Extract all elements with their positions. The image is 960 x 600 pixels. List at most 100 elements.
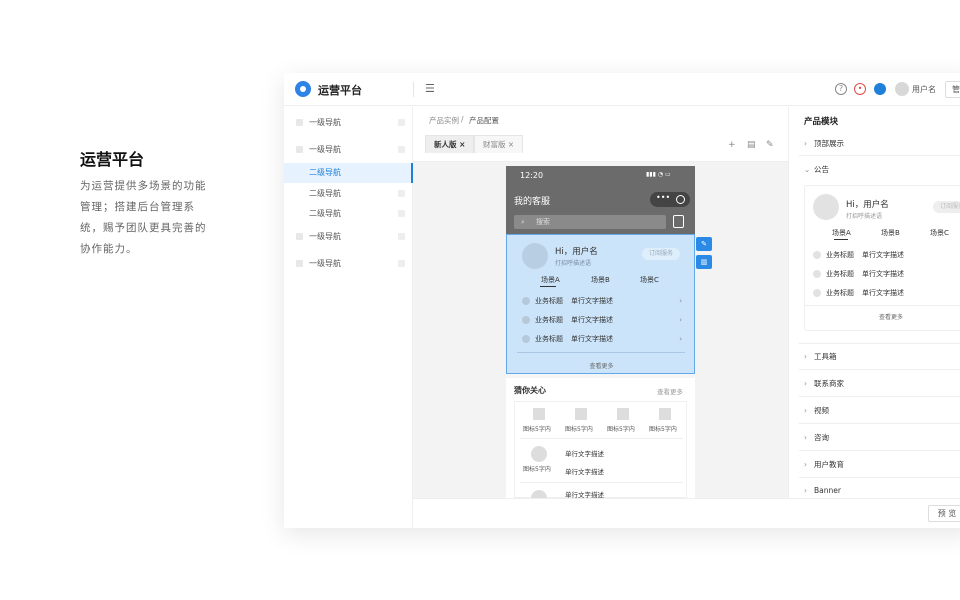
breadcrumb-item[interactable]: 产品实例 xyxy=(429,115,459,126)
nav-icon xyxy=(296,119,303,126)
module-item[interactable]: › 视频 xyxy=(804,405,960,416)
greeting-sub: 打招呼描述语 xyxy=(846,213,883,220)
pen-icon[interactable]: ✎ xyxy=(766,140,774,150)
grid-label[interactable]: 图标5字内 xyxy=(607,424,635,433)
list-icon xyxy=(531,446,547,462)
service-icon[interactable] xyxy=(673,215,684,228)
module-item-expanded[interactable]: ⌄ 公告 xyxy=(804,164,960,175)
status-icon[interactable] xyxy=(874,83,886,95)
module-item[interactable]: › 工具箱 xyxy=(804,351,960,362)
item-title: 业务标题 xyxy=(826,270,854,278)
sidebar-item-level1[interactable]: 一级导航 xyxy=(284,254,413,274)
top-right-button[interactable]: 管 xyxy=(945,81,960,98)
see-more-link[interactable]: 查看更多 xyxy=(507,361,695,370)
list-item[interactable]: 业务标题 单行文字描述 › xyxy=(522,311,682,329)
module-item[interactable]: › 顶部展示 xyxy=(804,138,960,149)
sidebar-item-label: 一级导航 xyxy=(309,232,341,241)
more-icon[interactable]: ••• xyxy=(656,193,670,202)
scene-tab[interactable]: 场景A xyxy=(541,275,560,285)
scene-tab[interactable]: 场景C xyxy=(640,275,659,285)
chevron-right-icon: › xyxy=(804,433,807,442)
list-icon xyxy=(531,490,547,498)
nav-action-icon xyxy=(398,260,405,267)
grid-icon xyxy=(533,408,545,420)
sidebar-item-label: 一级导航 xyxy=(309,259,341,268)
sidebar-item-level1[interactable]: 一级导航 xyxy=(284,227,413,247)
divider xyxy=(413,82,414,97)
close-circle-icon[interactable] xyxy=(676,195,685,204)
nav-action-icon xyxy=(398,190,405,197)
divider xyxy=(799,369,960,370)
app-window: 运营平台 ☰ ? • 用户名 管 一级导航 一级导航 二级导航 二级导航 二级导… xyxy=(284,73,960,528)
chevron-right-icon: › xyxy=(804,379,807,388)
divider xyxy=(799,396,960,397)
phone-header: 我的客服 ••• ⌕ 搜索 xyxy=(506,186,695,234)
sidebar-item-level2[interactable]: 二级导航 xyxy=(284,184,413,204)
sidebar-item-level2-active[interactable]: 二级导航 xyxy=(284,163,413,183)
selected-module-notice[interactable]: Hi，用户名 打招呼描述语 订阅服务 场景A 场景B 场景C 业务标题 单行文字描… xyxy=(506,234,695,374)
avatar[interactable] xyxy=(895,82,909,96)
help-icon[interactable]: ? xyxy=(835,83,847,95)
phone-status-bar: 12:20 ▮▮▮ ◔ ▭ xyxy=(506,166,695,186)
document-icon[interactable]: ▤ xyxy=(747,140,756,150)
divider xyxy=(520,482,683,483)
sidebar-item-level2[interactable]: 二级导航 xyxy=(284,204,413,224)
sidebar-item-label: 二级导航 xyxy=(309,189,341,198)
grid-label[interactable]: 图标5字内 xyxy=(523,424,551,433)
grid-label[interactable]: 图标5字内 xyxy=(649,424,677,433)
breadcrumb-separator: / xyxy=(461,115,464,124)
add-icon[interactable]: + xyxy=(728,140,736,150)
subscribe-pill[interactable]: 订阅服务 xyxy=(642,248,680,260)
chevron-right-icon: › xyxy=(679,335,682,343)
scene-tab[interactable]: 场景B xyxy=(591,275,610,285)
notification-icon[interactable]: • xyxy=(854,83,866,95)
signal-icon: ▮▮▮ ◔ ▭ xyxy=(646,171,671,178)
close-icon[interactable]: × xyxy=(459,140,465,149)
subscribe-pill[interactable]: 订阅服务 xyxy=(933,201,960,213)
list-item[interactable]: 业务标题 单行文字描述 › xyxy=(522,292,682,310)
divider xyxy=(520,438,683,439)
tab-xinren[interactable]: 新人版 × xyxy=(425,135,475,153)
menu-toggle-icon[interactable]: ☰ xyxy=(425,82,435,95)
logo-icon xyxy=(295,81,311,97)
phone-search-input[interactable]: ⌕ 搜索 xyxy=(514,215,666,229)
module-item[interactable]: › Banner xyxy=(804,486,960,495)
scene-tab[interactable]: 场景B xyxy=(881,228,900,238)
module-label: 顶部展示 xyxy=(814,139,844,148)
close-icon[interactable]: × xyxy=(508,140,514,149)
sidebar-item-level1[interactable]: 一级导航 xyxy=(284,140,413,160)
list-line: 单行文字描述 xyxy=(565,491,604,498)
nav-action-icon xyxy=(398,233,405,240)
chevron-right-icon: › xyxy=(804,486,807,495)
divider xyxy=(805,305,960,306)
editor-canvas: 产品实例 / 产品配置 新人版 × 财富版 × + ▤ ✎ 12:20 ▮▮▮ … xyxy=(413,107,788,498)
nav-icon xyxy=(296,233,303,240)
user-name[interactable]: 用户名 xyxy=(912,84,936,95)
delete-module-button[interactable]: ▥ xyxy=(696,255,712,269)
avatar xyxy=(522,243,548,269)
edit-module-button[interactable]: ✎ xyxy=(696,237,712,251)
sidebar-item-level1[interactable]: 一级导航 xyxy=(284,113,413,133)
tab-label: 财富版 xyxy=(483,140,506,149)
module-item[interactable]: › 咨询 xyxy=(804,432,960,443)
scene-tab[interactable]: 场景C xyxy=(930,228,949,238)
tab-caifu[interactable]: 财富版 × xyxy=(474,135,524,153)
search-icon: ⌕ xyxy=(521,218,525,226)
scene-tab[interactable]: 场景A xyxy=(832,228,851,238)
footer-bar: 预 览 xyxy=(413,498,960,528)
chevron-right-icon: › xyxy=(679,297,682,305)
grid-label[interactable]: 图标5字内 xyxy=(565,424,593,433)
item-icon xyxy=(813,251,821,259)
preview-button[interactable]: 预 览 xyxy=(928,505,960,522)
divider xyxy=(799,343,960,344)
chevron-right-icon: › xyxy=(804,139,807,148)
item-desc: 单行文字描述 xyxy=(571,297,613,305)
see-more-link[interactable]: 查看更多 xyxy=(879,312,903,321)
capsule-menu[interactable]: ••• xyxy=(650,192,690,207)
module-item[interactable]: › 联系商家 xyxy=(804,378,960,389)
list-item[interactable]: 业务标题 单行文字描述 › xyxy=(522,330,682,348)
intro-description: 为运营提供多场景的功能管理；搭建后台管理系统，赐予团队更具完善的协作能力。 xyxy=(80,180,207,255)
guess-more-link[interactable]: 查看更多 xyxy=(657,386,683,396)
item-title: 业务标题 xyxy=(535,316,563,324)
module-item[interactable]: › 用户教育 xyxy=(804,459,960,470)
